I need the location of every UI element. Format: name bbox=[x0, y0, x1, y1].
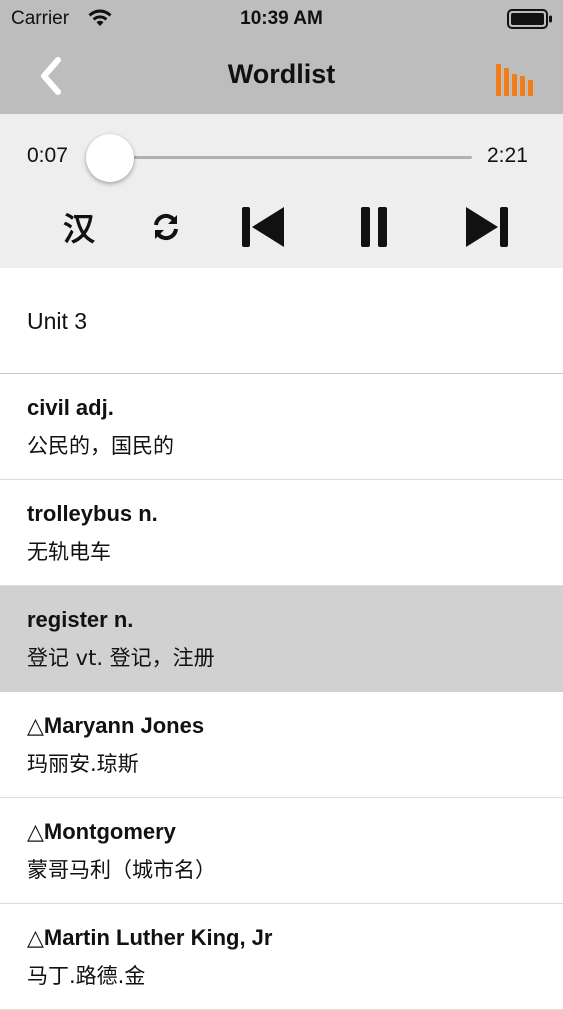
repeat-button[interactable] bbox=[146, 202, 186, 252]
pause-icon bbox=[361, 207, 387, 247]
word-meaning: 无轨电车 bbox=[27, 540, 111, 564]
section-title: Unit 3 bbox=[27, 308, 88, 334]
word-meaning: 玛丽安.琼斯 bbox=[27, 752, 139, 776]
status-time: 10:39 AM bbox=[240, 8, 323, 29]
audio-player: 0:07 2:21 汉 bbox=[0, 114, 563, 268]
list-item[interactable]: △Martin Luther King, Jr 马丁.路德.金 bbox=[0, 904, 563, 1010]
list-item[interactable]: civil adj. 公民的，国民的 bbox=[0, 374, 563, 480]
list-item[interactable]: △Maryann Jones 玛丽安.琼斯 bbox=[0, 692, 563, 798]
pause-button[interactable] bbox=[354, 202, 394, 252]
language-toggle-button[interactable]: 汉 bbox=[58, 202, 100, 252]
word-term: trolleybus n. bbox=[27, 501, 158, 526]
word-term: △Montgomery bbox=[27, 819, 176, 844]
next-track-icon bbox=[466, 207, 508, 247]
current-time: 0:07 bbox=[27, 144, 68, 167]
word-term: register n. bbox=[27, 607, 134, 632]
word-meaning: 公民的，国民的 bbox=[27, 434, 174, 458]
word-meaning: 蒙哥马利（城市名） bbox=[27, 858, 216, 882]
slider-thumb[interactable] bbox=[86, 134, 135, 182]
list-item[interactable]: △Montgomery 蒙哥马利（城市名） bbox=[0, 798, 563, 904]
next-track-button[interactable] bbox=[462, 202, 512, 252]
previous-track-icon bbox=[242, 207, 284, 247]
word-term: △Maryann Jones bbox=[27, 713, 205, 738]
word-term: △Martin Luther King, Jr bbox=[27, 925, 273, 950]
progress-slider[interactable] bbox=[91, 156, 472, 159]
navigation-bar: Wordlist bbox=[0, 38, 563, 114]
total-time: 2:21 bbox=[487, 144, 528, 167]
word-term: civil adj. bbox=[27, 395, 114, 420]
battery-icon bbox=[507, 9, 553, 34]
bar-chart-icon bbox=[496, 64, 533, 96]
word-meaning: 马丁.路德.金 bbox=[27, 964, 146, 988]
word-meaning: 登记 vt. 登记，注册 bbox=[27, 646, 215, 670]
stats-button[interactable] bbox=[494, 64, 536, 96]
word-list: Unit 3 civil adj. 公民的，国民的 trolleybus n. … bbox=[0, 268, 563, 1010]
page-title: Wordlist bbox=[227, 59, 336, 89]
list-item[interactable]: register n. 登记 vt. 登记，注册 bbox=[0, 586, 563, 692]
previous-track-button[interactable] bbox=[238, 202, 288, 252]
section-header: Unit 3 bbox=[0, 268, 563, 374]
status-bar: Carrier 10:39 AM bbox=[0, 0, 563, 38]
repeat-icon bbox=[154, 213, 178, 241]
list-item[interactable]: trolleybus n. 无轨电车 bbox=[0, 480, 563, 586]
